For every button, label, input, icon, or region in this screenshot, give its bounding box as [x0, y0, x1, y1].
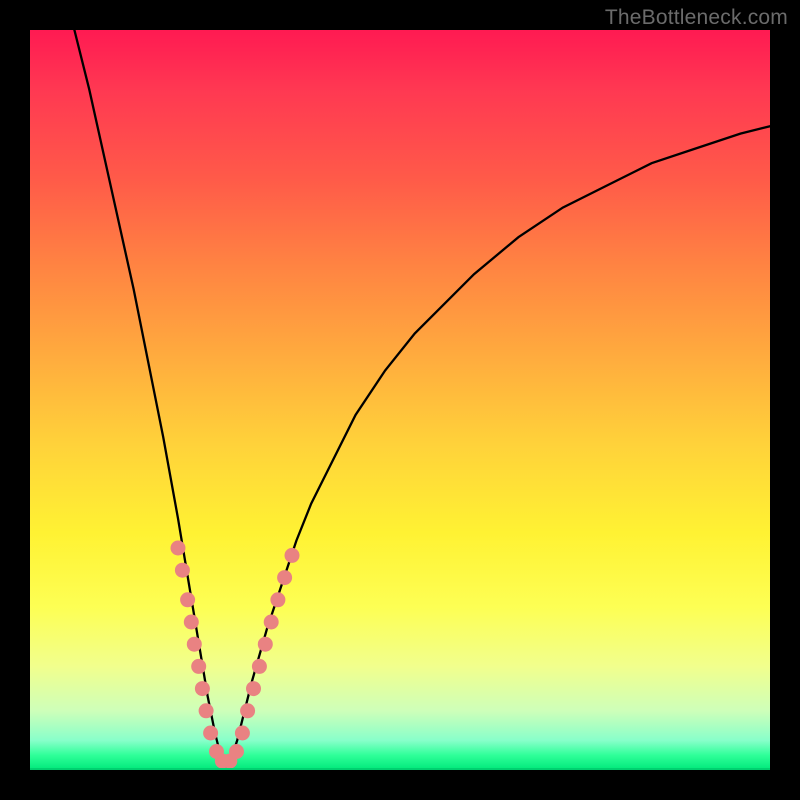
data-dot — [246, 681, 261, 696]
data-dot — [270, 592, 285, 607]
data-dot — [277, 570, 292, 585]
dots-group — [171, 541, 300, 769]
data-dot — [199, 703, 214, 718]
green-baseline — [30, 768, 770, 770]
data-dot — [175, 563, 190, 578]
data-dot — [187, 637, 202, 652]
chart-frame: TheBottleneck.com — [0, 0, 800, 800]
data-dot — [258, 637, 273, 652]
plot-area — [30, 30, 770, 770]
data-dot — [171, 541, 186, 556]
data-dot — [195, 681, 210, 696]
data-dot — [203, 726, 218, 741]
data-dot — [285, 548, 300, 563]
bottleneck-curve — [74, 30, 770, 763]
data-dot — [229, 744, 244, 759]
data-dot — [180, 592, 195, 607]
data-dot — [240, 703, 255, 718]
data-dot — [184, 615, 199, 630]
data-dot — [264, 615, 279, 630]
data-dot — [191, 659, 206, 674]
watermark-text: TheBottleneck.com — [605, 6, 788, 30]
data-dot — [252, 659, 267, 674]
data-dot — [235, 726, 250, 741]
curve-layer — [30, 30, 770, 770]
